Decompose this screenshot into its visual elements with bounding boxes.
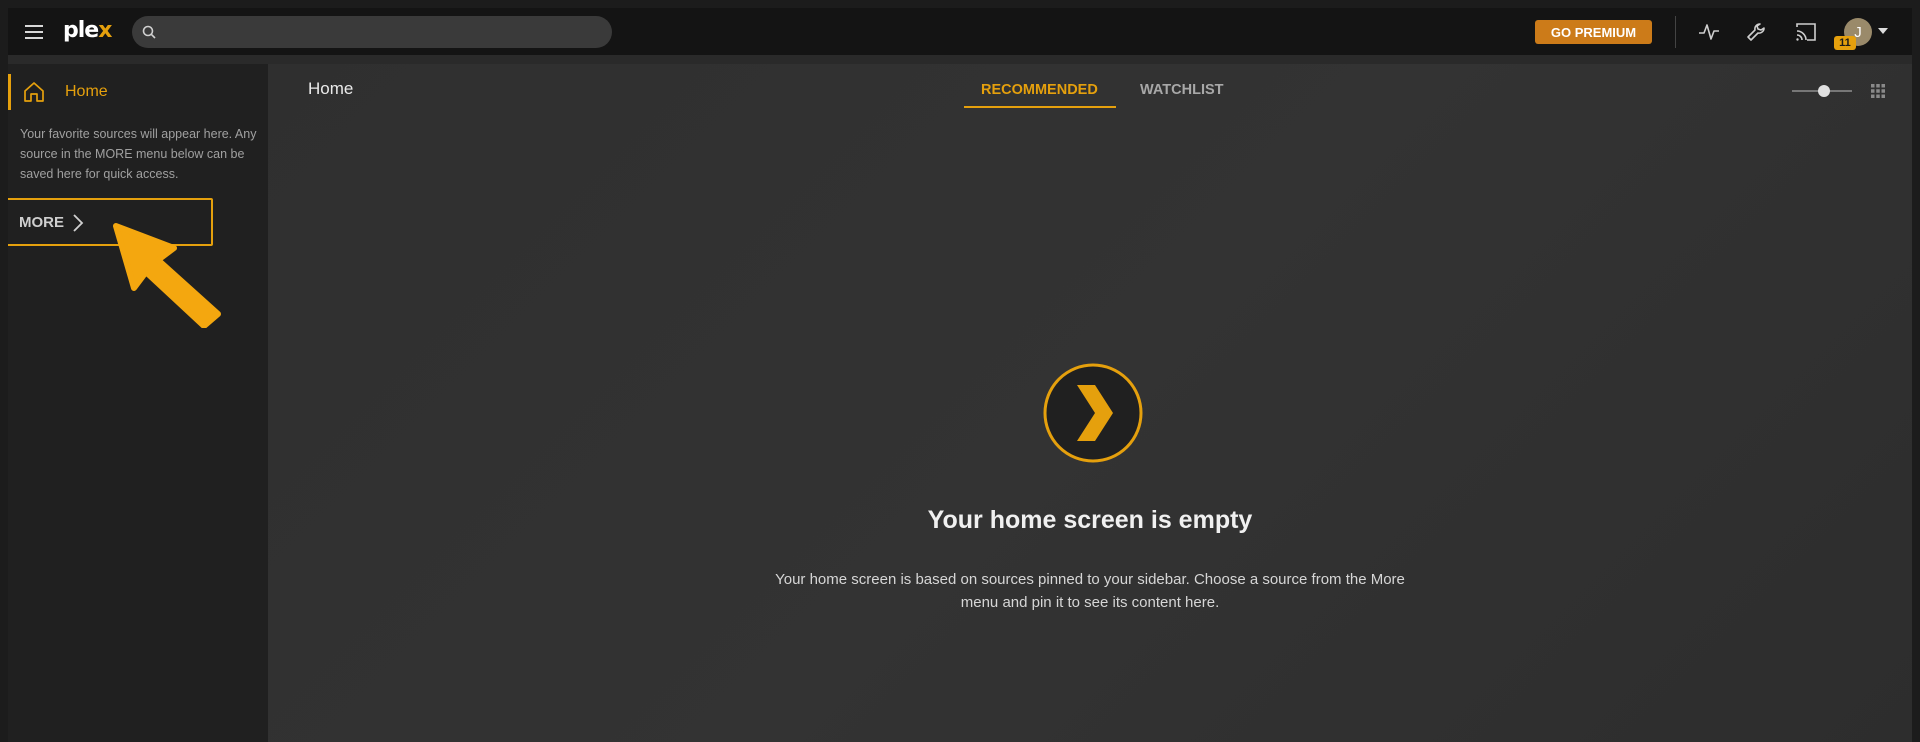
- sidebar-item-home[interactable]: Home: [8, 74, 268, 110]
- page-title: Home: [308, 79, 354, 98]
- search-bar[interactable]: [132, 16, 612, 48]
- annotation-arrow-icon: [113, 223, 221, 328]
- more-label: MORE: [19, 214, 64, 231]
- zoom-slider[interactable]: [1792, 84, 1852, 98]
- settings-wrench-icon[interactable]: [1745, 21, 1769, 43]
- slider-thumb[interactable]: [1818, 85, 1830, 97]
- go-premium-button[interactable]: GO PREMIUM: [1535, 20, 1652, 44]
- chevron-down-icon[interactable]: [1878, 28, 1888, 34]
- topbar-divider: [1675, 16, 1676, 48]
- search-icon: [142, 25, 156, 39]
- active-tab-indicator: [964, 106, 1116, 108]
- home-icon: [24, 82, 44, 102]
- plex-app-window: plex GO PREMIUM J 11 Home Your favorite …: [8, 8, 1912, 742]
- search-input[interactable]: [166, 16, 596, 48]
- menu-icon[interactable]: [22, 21, 46, 41]
- cast-icon[interactable]: [1794, 21, 1818, 43]
- grid-view-icon[interactable]: [1870, 83, 1886, 99]
- tab-recommended[interactable]: RECOMMENDED: [981, 82, 1098, 98]
- notification-badge: 11: [1834, 36, 1856, 50]
- tab-watchlist[interactable]: WATCHLIST: [1140, 82, 1224, 98]
- activity-icon[interactable]: [1697, 21, 1721, 43]
- main-content: Home RECOMMENDED WATCHLIST Your home scr…: [268, 64, 1912, 742]
- empty-state-title: Your home screen is empty: [927, 506, 1253, 534]
- chevron-right-icon: [73, 214, 84, 232]
- top-bar: plex GO PREMIUM J 11: [8, 8, 1912, 55]
- plex-chevron-logo-icon: [1043, 363, 1143, 463]
- favorites-hint-text: Your favorite sources will appear here. …: [20, 127, 257, 181]
- sidebar-item-label: Home: [65, 83, 108, 100]
- sidebar: Home Your favorite sources will appear h…: [8, 64, 268, 742]
- plex-logo[interactable]: plex: [63, 18, 112, 44]
- empty-state-description: Your home screen is based on sources pin…: [775, 571, 1405, 611]
